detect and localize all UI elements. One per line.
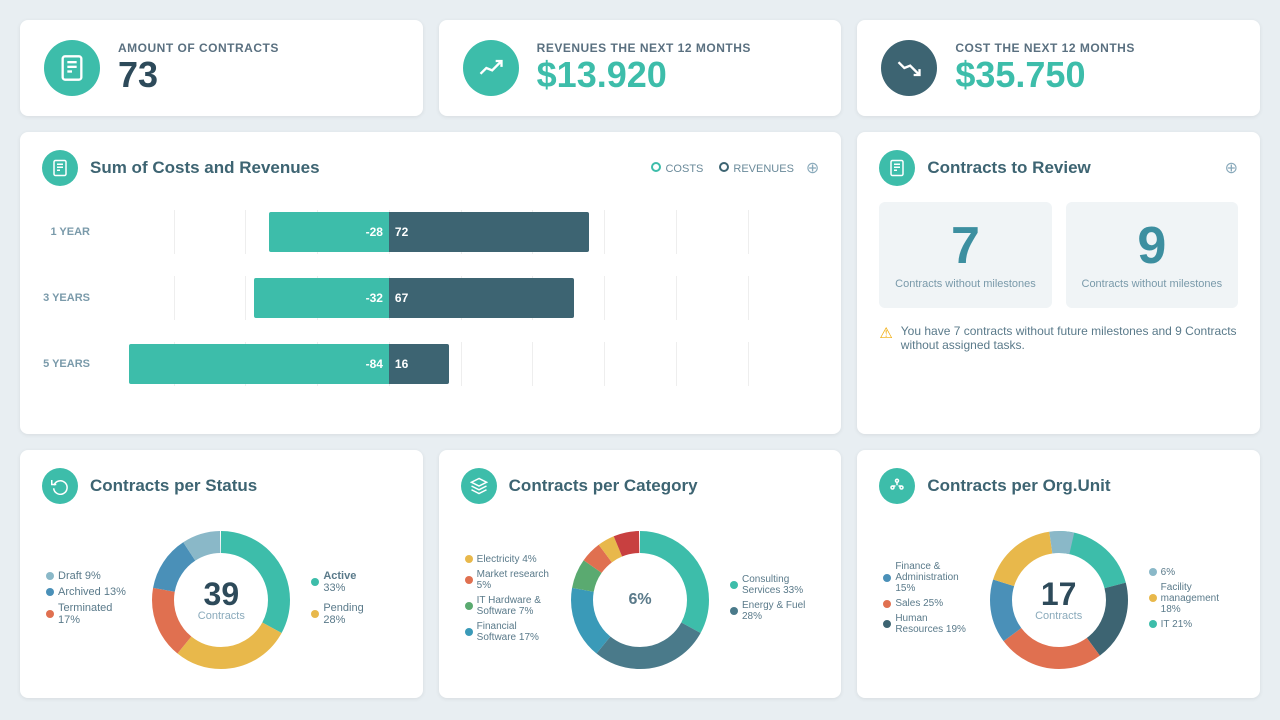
dashboard: AMOUNT OF CONTRACTS 73 REVENUES THE NEXT… (20, 20, 1260, 698)
review-box-1: 7 Contracts without milestones (879, 202, 1051, 308)
bar-costs-5y: -84 (129, 344, 389, 384)
costs-legend: COSTS (651, 162, 703, 175)
kpi-contracts-value: 73 (118, 55, 279, 95)
bar-row-3year: 3 YEARS -32 67 (42, 276, 819, 320)
review-icon (879, 150, 915, 186)
kpi-revenues-value: $13.920 (537, 55, 751, 95)
status-icon (42, 468, 78, 504)
review-boxes: 7 Contracts without milestones 9 Contrac… (879, 202, 1238, 308)
kpi-revenues: REVENUES THE NEXT 12 MONTHS $13.920 (439, 20, 842, 116)
category-title: Contracts per Category (509, 476, 820, 496)
revenues-icon (463, 40, 519, 96)
contracts-status-card: Contracts per Status Draft 9% Archived 1… (20, 450, 423, 698)
kpi-costs-value: $35.750 (955, 55, 1135, 95)
orgunit-donut-center: 17 Contracts (1035, 578, 1082, 622)
orgunit-donut-container: Finance & Administration 15% Sales 25% H… (879, 520, 1238, 680)
legend: COSTS REVENUES (651, 162, 793, 175)
bar-revenues-1y: 72 (389, 212, 589, 252)
orgunit-icon (879, 468, 915, 504)
orgunit-legend-left: Finance & Administration 15% Sales 25% H… (883, 561, 968, 639)
bar-row-5year: 5 YEARS -84 16 (42, 342, 819, 386)
review-header: Contracts to Review ⊕ (879, 150, 1238, 186)
status-center-label: Contracts (198, 610, 245, 622)
orgunit-legend-right: 6% Facility management 18% IT 21% (1149, 567, 1234, 634)
category-header: Contracts per Category (461, 468, 820, 504)
category-legend-right: Consulting Services 33% Energy & Fuel 28… (730, 574, 815, 626)
bar-revenues-5y: 16 (389, 344, 449, 384)
category-donut: 6% (560, 520, 720, 680)
orgunit-donut: 17 Contracts (979, 520, 1139, 680)
review-box-2: 9 Contracts without milestones (1066, 202, 1238, 308)
costs-revenues-icon (42, 150, 78, 186)
category-donut-container: Electricity 4% Market research 5% IT Har… (461, 520, 820, 680)
contracts-review-card: Contracts to Review ⊕ 7 Contracts withou… (857, 132, 1260, 434)
bar-costs-1y: -28 (269, 212, 389, 252)
contracts-icon (44, 40, 100, 96)
orgunit-title: Contracts per Org.Unit (927, 476, 1238, 496)
orgunit-header: Contracts per Org.Unit (879, 468, 1238, 504)
target-icon[interactable]: ⊕ (806, 158, 819, 178)
status-donut: 39 Contracts (141, 520, 301, 680)
costs-revenues-card: Sum of Costs and Revenues COSTS REVENUES… (20, 132, 841, 434)
review-warning-text: You have 7 contracts without future mile… (901, 324, 1238, 352)
category-donut-center: 6% (628, 592, 651, 608)
kpi-revenues-label: REVENUES THE NEXT 12 MONTHS (537, 41, 751, 55)
bar-chart: 1 YEAR -28 72 3 YEARS (42, 202, 819, 416)
category-legend-left: Electricity 4% Market research 5% IT Har… (465, 554, 550, 647)
category-icon (461, 468, 497, 504)
kpi-contracts-label: AMOUNT OF CONTRACTS (118, 41, 279, 55)
revenues-legend: REVENUES (719, 162, 794, 175)
orgunit-center-num: 17 (1035, 578, 1082, 610)
status-center-num: 39 (198, 578, 245, 610)
warning-icon: ⚠ (879, 324, 892, 342)
status-donut-container: Draft 9% Archived 13% Terminated 17% (42, 520, 401, 680)
status-header: Contracts per Status (42, 468, 401, 504)
review-box-1-label: Contracts without milestones (891, 278, 1039, 290)
status-legend-left: Draft 9% Archived 13% Terminated 17% (46, 570, 131, 630)
review-box-2-number: 9 (1078, 220, 1226, 272)
bar-costs-3y: -32 (254, 278, 389, 318)
review-title: Contracts to Review (927, 158, 1212, 178)
costs-revenues-header: Sum of Costs and Revenues COSTS REVENUES… (42, 150, 819, 186)
bar-revenues-3y: 67 (389, 278, 574, 318)
review-warning: ⚠ You have 7 contracts without future mi… (879, 324, 1238, 352)
status-title: Contracts per Status (90, 476, 401, 496)
bar-row-1year: 1 YEAR -28 72 (42, 210, 819, 254)
costs-revenues-title: Sum of Costs and Revenues (90, 158, 639, 178)
status-legend-right: Active33% Pending28% (311, 570, 396, 630)
status-donut-center: 39 Contracts (198, 578, 245, 622)
review-box-2-label: Contracts without milestones (1078, 278, 1226, 290)
contracts-orgunit-card: Contracts per Org.Unit Finance & Adminis… (857, 450, 1260, 698)
review-box-1-number: 7 (891, 220, 1039, 272)
costs-icon (881, 40, 937, 96)
kpi-costs: COST THE NEXT 12 MONTHS $35.750 (857, 20, 1260, 116)
contracts-category-card: Contracts per Category Electricity 4% Ma… (439, 450, 842, 698)
review-target-icon[interactable]: ⊕ (1225, 158, 1238, 178)
orgunit-center-label: Contracts (1035, 610, 1082, 622)
kpi-contracts: AMOUNT OF CONTRACTS 73 (20, 20, 423, 116)
kpi-costs-label: COST THE NEXT 12 MONTHS (955, 41, 1135, 55)
